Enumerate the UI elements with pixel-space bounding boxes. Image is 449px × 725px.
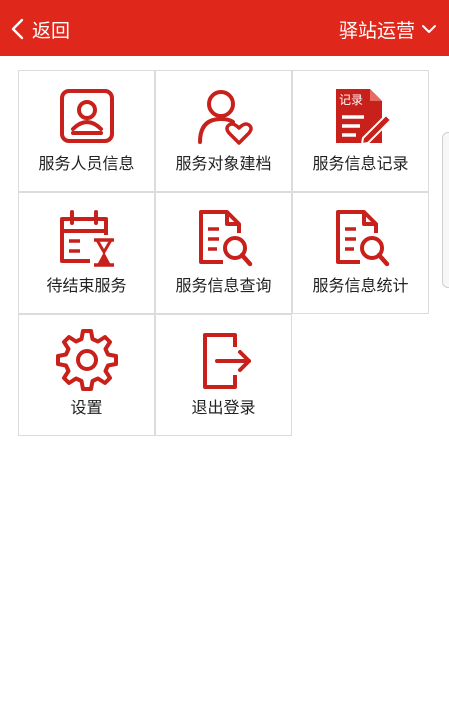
top-bar: 返回 驿站运营 [0,0,449,56]
menu-item-label: 服务信息统计 [312,276,409,295]
page-title: 驿站运营 [338,19,415,42]
staff-profile-icon [59,89,114,143]
menu-item-logout[interactable]: 退出登录 [155,314,292,436]
menu-item-label: 退出登录 [191,398,256,417]
record-icon-text: 记录 [339,93,363,107]
client-heart-icon [197,90,253,145]
menu-item-label: 服务人员信息 [38,154,135,173]
calendar-hourglass-icon [59,210,114,267]
edge-pull-tab[interactable] [442,132,449,288]
gear-icon [55,329,118,391]
menu-item-label: 设置 [70,398,103,417]
station-menu-dropdown[interactable]: 驿站运营 [339,14,437,44]
menu-item-client-archive[interactable]: 服务对象建档 [155,70,292,192]
back-label: 返回 [32,19,71,42]
document-search-icon [335,210,389,267]
document-search-icon [198,210,252,267]
logout-icon [202,333,251,389]
menu-item-label: 服务信息查询 [175,276,272,295]
chevron-left-icon [11,18,24,40]
back-button[interactable]: 返回 [10,14,70,44]
menu-item-service-query[interactable]: 服务信息查询 [155,192,292,314]
menu-item-settings[interactable]: 设置 [18,314,155,436]
menu-item-label: 服务对象建档 [175,154,272,173]
menu-item-label: 服务信息记录 [312,154,409,173]
chevron-down-icon [422,25,436,33]
menu-item-label: 待结束服务 [46,276,127,295]
record-edit-icon: 记录 [335,89,392,146]
menu-item-staff-info[interactable]: 服务人员信息 [18,70,155,192]
menu-item-service-record[interactable]: 记录 服务信息记录 [292,70,429,192]
menu-item-pending-service[interactable]: 待结束服务 [18,192,155,314]
menu-item-service-statistics[interactable]: 服务信息统计 [292,192,429,314]
